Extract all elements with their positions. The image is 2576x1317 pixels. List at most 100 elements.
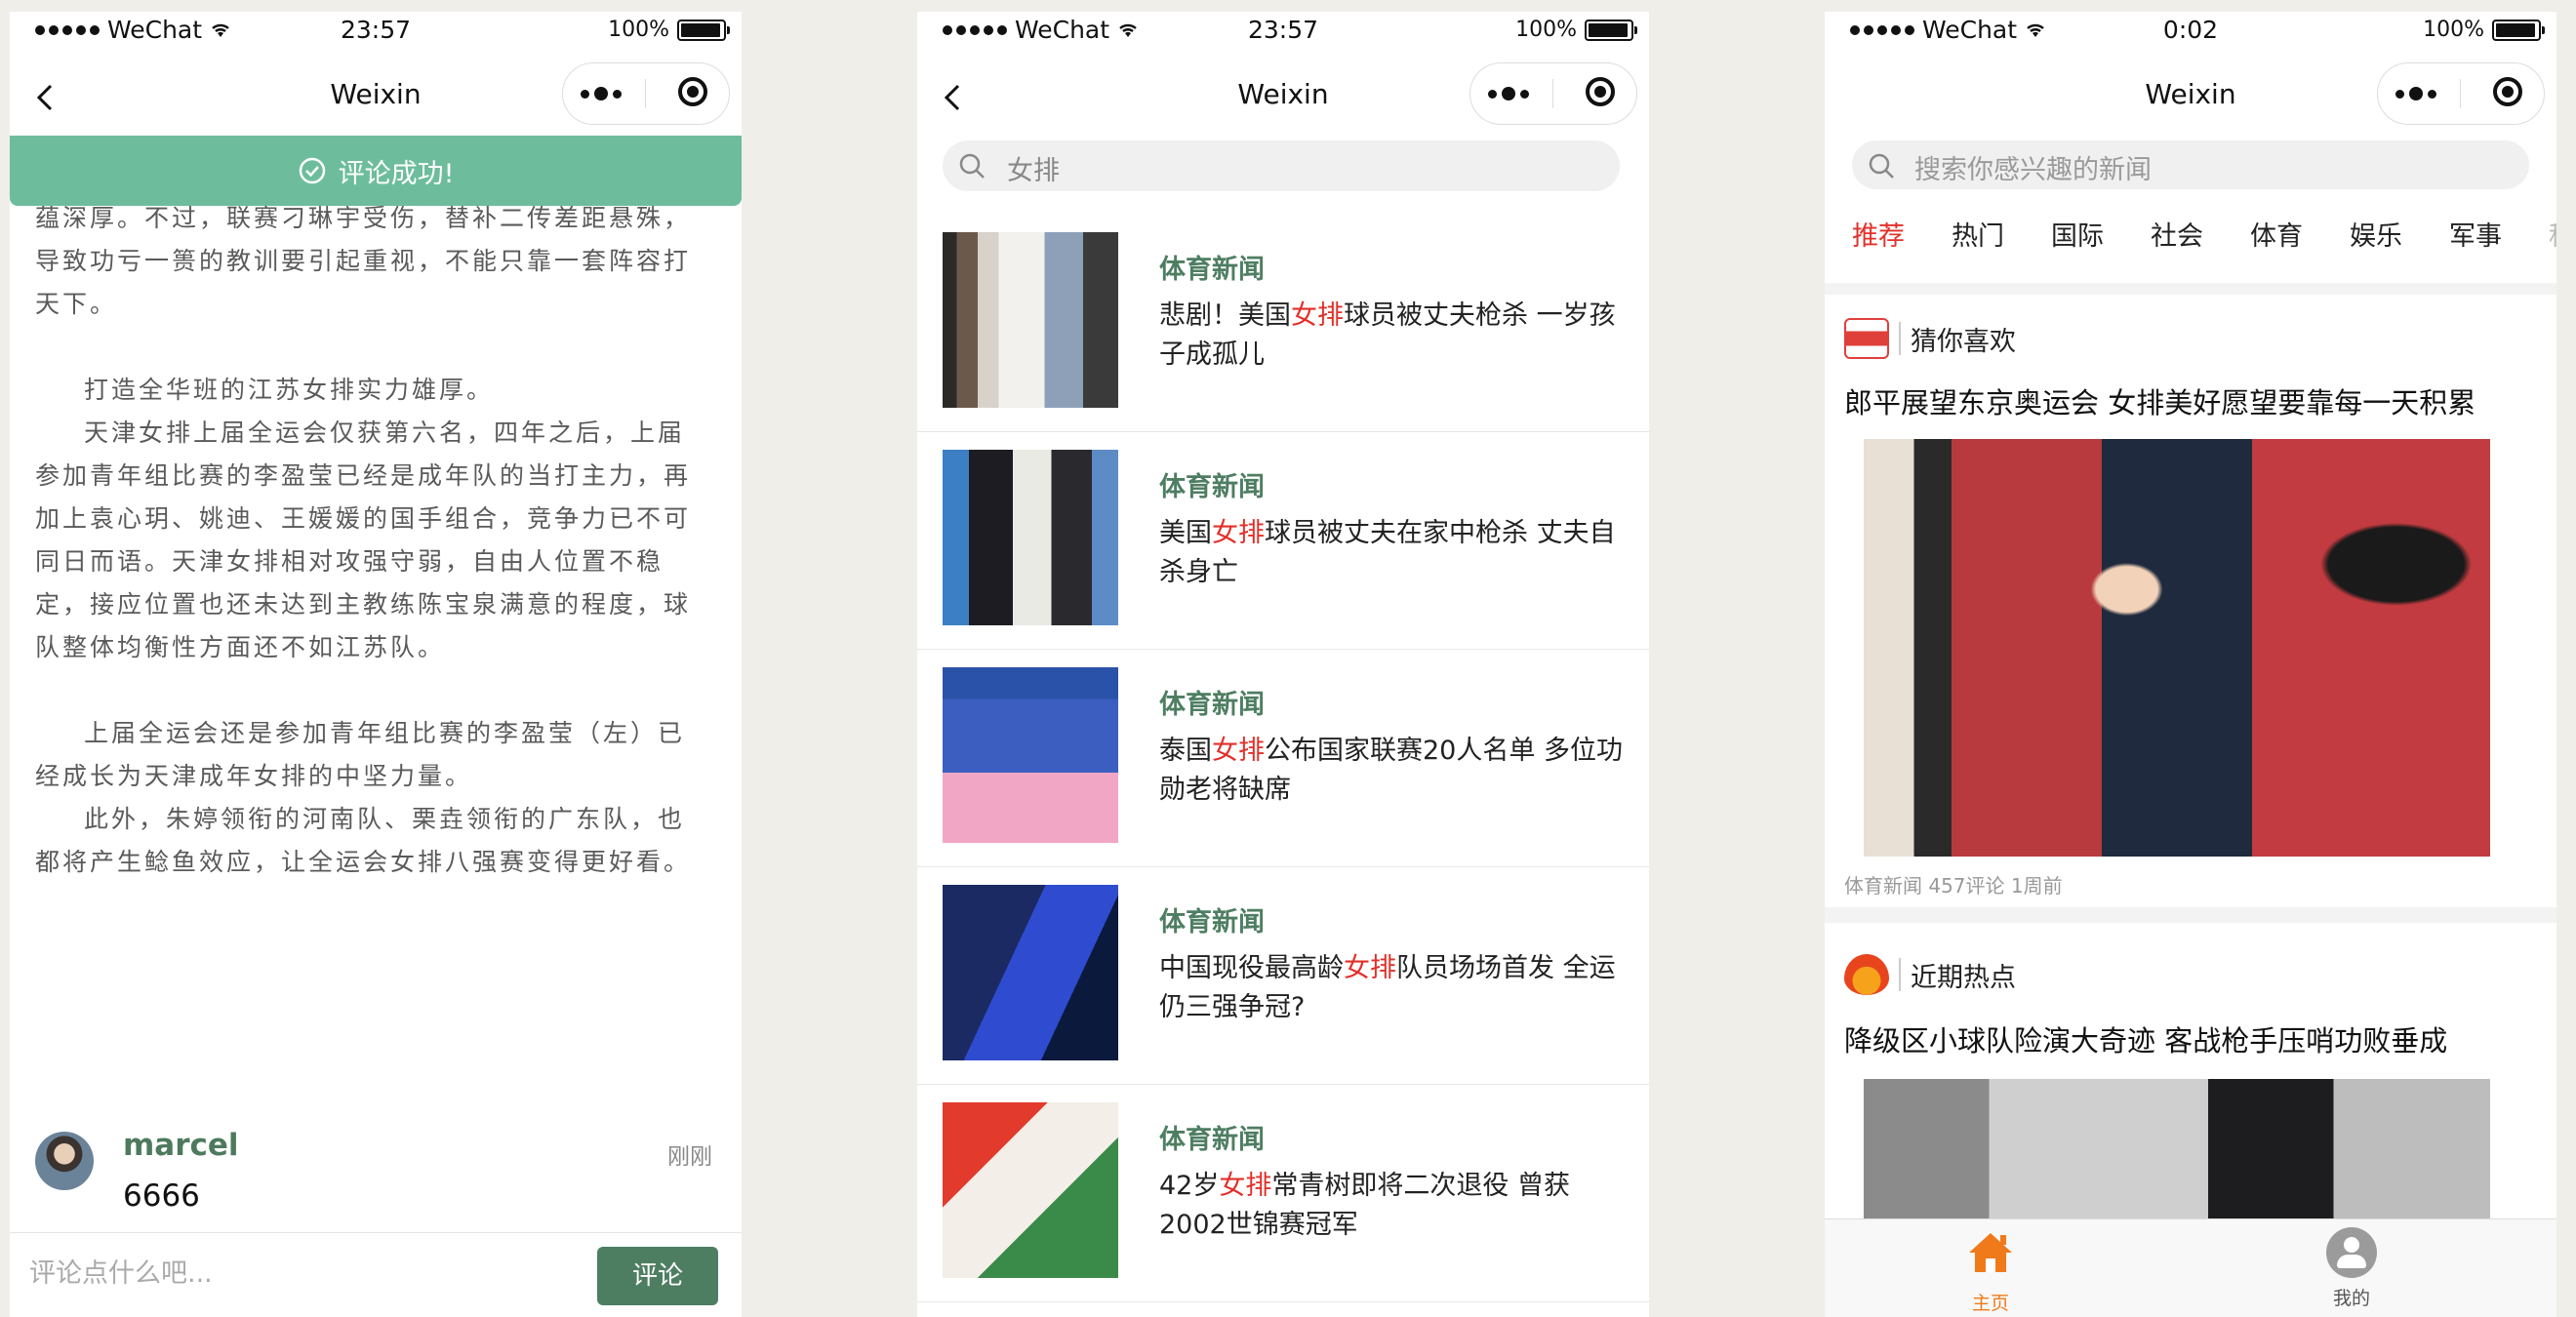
news-category: 体育新闻 <box>1159 907 1265 938</box>
tab-me[interactable]: 我的 <box>2293 1227 2410 1310</box>
keyword-highlight: 女排 <box>1344 953 1396 983</box>
news-item[interactable]: 体育新闻 42岁女排常青树即将二次退役 曾获2002世锦赛冠军 <box>917 1085 1649 1302</box>
nav-bar: Weixin <box>917 55 1649 140</box>
status-bar: WeChat 23:57 100% <box>10 12 742 51</box>
headline-image[interactable] <box>1864 439 2490 857</box>
battery-icon <box>677 19 730 41</box>
comment-screen: WeChat 23:57 100% Weixin 评论成功! 蕴深厚。不过，联赛… <box>10 12 742 1317</box>
news-category: 体育新闻 <box>1159 472 1265 502</box>
news-title: 42岁女排常青树即将二次退役 曾获2002世锦赛冠军 <box>1159 1171 1570 1240</box>
section-header-guess: 猜你喜欢 <box>1844 318 2016 359</box>
home-icon <box>1969 1233 2012 1272</box>
keyword-highlight: 女排 <box>1291 300 1344 331</box>
mini-program-capsule <box>1469 62 1637 125</box>
mini-program-capsule <box>562 62 730 125</box>
comment-user: marcel <box>123 1128 239 1163</box>
check-circle-icon <box>299 157 325 184</box>
headline[interactable]: 郎平展望东京奥运会 女排美好愿望要靠每一天积累 <box>1844 380 2537 421</box>
news-category: 体育新闻 <box>1159 1125 1265 1155</box>
article-paragraph: 此外，朱婷领衔的河南队、栗垚领衔的广东队，也都将产生鲶鱼效应，让全运会女排八强赛… <box>35 805 692 876</box>
tab-hot[interactable]: 热门 <box>1952 215 2051 253</box>
article-paragraph: 天津女排上届全运会仅获第六名，四年之后，上届参加青年组比赛的李盈莹已经是成年队的… <box>35 419 692 661</box>
battery-level: 100% <box>1515 18 1577 42</box>
news-item[interactable]: 体育新闻 美国女排球员被丈夫在家中枪杀 丈夫自杀身亡 <box>917 432 1649 650</box>
comment-input[interactable]: 评论点什么吧... <box>29 1245 576 1303</box>
battery-icon <box>1585 19 1637 41</box>
news-item[interactable]: 体育新闻 泰国女排公布国家联赛20人名单 多位功勋老将缺席 <box>917 650 1649 867</box>
search-input[interactable]: 女排 <box>943 140 1620 191</box>
news-item[interactable]: 体育新闻 中国现役最高龄女排队员场场首发 全运仍三强争冠? <box>917 867 1649 1085</box>
news-meta: 体育新闻 457评论 1周前 <box>1844 874 2063 898</box>
search-input[interactable]: 搜索你感兴趣的新闻 <box>1852 140 2529 189</box>
status-bar: WeChat 23:57 100% <box>917 12 1649 51</box>
category-tabs: 推荐 热门 国际 社会 体育 娱乐 军事 科 <box>1852 215 2556 253</box>
tab-entertainment[interactable]: 娱乐 <box>2350 215 2449 253</box>
close-mini-program-icon[interactable] <box>678 77 707 106</box>
search-placeholder: 搜索你感兴趣的新闻 <box>1914 155 2152 185</box>
comment-text: 6666 <box>123 1178 200 1214</box>
fire-icon <box>1844 954 1889 995</box>
article-body: 蕴深厚。不过，联赛刁琳宇受伤，替补二传差距悬殊， 导致功亏一篑的教训要引起重视，… <box>35 197 699 884</box>
status-bar: WeChat 0:02 100% <box>1825 12 2556 51</box>
avatar <box>35 1132 94 1190</box>
more-icon[interactable] <box>1488 87 1529 100</box>
tab-military[interactable]: 军事 <box>2449 215 2549 253</box>
more-icon[interactable] <box>2395 87 2436 100</box>
battery-icon <box>2492 19 2545 41</box>
news-title: 泰国女排公布国家联赛20人名单 多位功勋老将缺席 <box>1159 736 1623 805</box>
tab-sports[interactable]: 体育 <box>2250 215 2350 253</box>
tab-international[interactable]: 国际 <box>2051 215 2151 253</box>
article-line: 天下。 <box>35 290 118 318</box>
section-label: 近期热点 <box>1911 962 2016 993</box>
news-thumbnail <box>943 1102 1118 1278</box>
search-screen: WeChat 23:57 100% Weixin 女排 体育新闻 悲剧！美国女排… <box>917 12 1649 1317</box>
keyword-highlight: 女排 <box>1219 1171 1272 1201</box>
tab-me-label: 我的 <box>2332 1288 2370 1309</box>
search-icon <box>959 153 985 179</box>
comment-bar: 评论点什么吧... 评论 <box>10 1232 742 1317</box>
news-category: 体育新闻 <box>1159 255 1265 285</box>
tab-home[interactable]: 主页 <box>1932 1227 2049 1315</box>
tab-home-label: 主页 <box>1971 1293 2009 1314</box>
news-thumbnail <box>943 232 1118 408</box>
toast-text: 评论成功! <box>338 158 455 189</box>
news-title: 美国女排球员被丈夫在家中枪杀 丈夫自杀身亡 <box>1159 518 1616 587</box>
headline-image[interactable] <box>1864 1079 2490 1225</box>
news-title: 中国现役最高龄女排队员场场首发 全运仍三强争冠? <box>1159 953 1616 1022</box>
news-title: 悲剧！美国女排球员被丈夫枪杀 一岁孩子成孤儿 <box>1159 300 1616 370</box>
submit-comment-button[interactable]: 评论 <box>597 1247 718 1305</box>
battery-level: 100% <box>2423 18 2484 42</box>
keyword-highlight: 女排 <box>1212 736 1265 766</box>
guess-like-icon <box>1844 318 1889 359</box>
bottom-tab-bar: 主页 我的 <box>1825 1218 2556 1317</box>
keyword-highlight: 女排 <box>1212 518 1265 548</box>
close-mini-program-icon[interactable] <box>1586 77 1615 106</box>
comment-time: 刚刚 <box>667 1144 712 1170</box>
profile-icon <box>2326 1227 2377 1278</box>
section-header-hot: 近期热点 <box>1844 954 2016 995</box>
mini-program-capsule <box>2377 62 2545 125</box>
headline[interactable]: 降级区小球队险演大奇迹 客战枪手压哨功败垂成 <box>1844 1018 2537 1059</box>
tab-society[interactable]: 社会 <box>2151 215 2250 253</box>
tab-recommend[interactable]: 推荐 <box>1852 215 1952 253</box>
news-category: 体育新闻 <box>1159 690 1265 720</box>
success-toast: 评论成功! <box>10 136 742 206</box>
more-icon[interactable] <box>581 87 622 100</box>
tab-tech[interactable]: 科 <box>2549 215 2556 253</box>
news-thumbnail <box>943 885 1118 1060</box>
article-paragraph: 上届全运会还是参加青年组比赛的李盈莹（左）已经成长为天津成年女排的中坚力量。 <box>35 719 686 790</box>
battery-level: 100% <box>608 18 669 42</box>
nav-bar: Weixin <box>1825 55 2556 140</box>
news-thumbnail <box>943 667 1118 843</box>
article-line: 导致功亏一篑的教训要引起重视，不能只靠一套阵容打 <box>35 247 692 275</box>
section-label: 猜你喜欢 <box>1911 326 2016 357</box>
article-paragraph: 打造全华班的江苏女排实力雄厚。 <box>84 376 495 404</box>
search-icon <box>1869 153 1894 179</box>
news-item[interactable]: 体育新闻 悲剧！美国女排球员被丈夫枪杀 一岁孩子成孤儿 <box>917 215 1649 432</box>
news-thumbnail <box>943 450 1118 625</box>
close-mini-program-icon[interactable] <box>2493 77 2522 106</box>
search-results: 体育新闻 悲剧！美国女排球员被丈夫枪杀 一岁孩子成孤儿 体育新闻 美国女排球员被… <box>917 215 1649 1302</box>
search-query: 女排 <box>1007 156 1060 186</box>
nav-bar: Weixin <box>10 55 742 140</box>
home-screen: WeChat 0:02 100% Weixin 搜索你感兴趣的新闻 推荐 热门 … <box>1825 12 2556 1317</box>
